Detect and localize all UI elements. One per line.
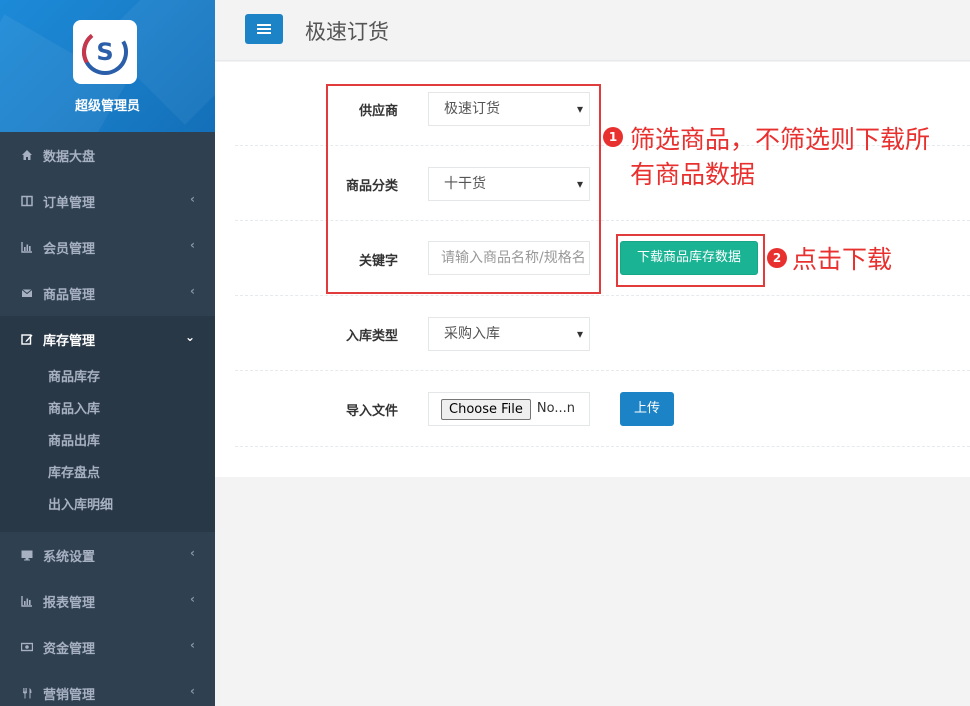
home-icon — [20, 148, 34, 162]
submenu-item-stocktake[interactable]: 库存盘点 — [0, 458, 215, 490]
submenu-item-stock-out[interactable]: 商品出库 — [0, 426, 215, 458]
sidebar-item-marketing[interactable]: 营销管理 ‹ — [0, 670, 215, 706]
annotation-text-1-line2: 有商品数据 — [630, 160, 756, 189]
money-icon — [20, 640, 34, 654]
sidebar-item-label: 数据大盘 — [43, 149, 96, 165]
sidebar-item-label: 资金管理 — [43, 641, 96, 657]
step-badge-1: 1 — [603, 127, 623, 147]
submenu-item-in-out-detail[interactable]: 出入库明细 — [0, 490, 215, 522]
chevron-left-icon: ‹ — [190, 638, 195, 652]
top-bar: 极速订货 — [215, 0, 970, 61]
file-input[interactable]: Choose File No...n — [428, 392, 590, 426]
stockin-type-select[interactable]: 采购入库 — [428, 317, 590, 351]
upload-button[interactable]: 上传 — [620, 392, 674, 426]
profile-name[interactable]: 超级管理员 — [0, 95, 215, 114]
sidebar-menu: 数据大盘 订单管理 ‹ 会员管理 ‹ 商品管理 ‹ 库存管理 ⌄ — [0, 132, 215, 362]
bar-chart-icon — [20, 240, 34, 254]
s-logo[interactable]: S — [73, 20, 137, 84]
import-file-row: 导入文件 Choose File No...n 上传 — [235, 371, 970, 447]
chevron-left-icon: ‹ — [190, 238, 195, 252]
sidebar-item-dashboard[interactable]: 数据大盘 — [0, 132, 215, 178]
sidebar-item-label: 会员管理 — [43, 241, 96, 257]
sidebar-menu-lower: 系统设置 ‹ 报表管理 ‹ 资金管理 ‹ 营销管理 ‹ — [0, 532, 215, 706]
stockin-type-select-value: 采购入库 — [444, 326, 500, 342]
sidebar-toggle-button[interactable] — [245, 14, 283, 44]
sidebar-item-label: 订单管理 — [43, 195, 96, 211]
chevron-left-icon: ‹ — [190, 684, 195, 698]
chevron-left-icon: ‹ — [190, 284, 195, 298]
annotation-text-2: 点击下载 — [792, 245, 893, 274]
submenu-item-stock-in[interactable]: 商品入库 — [0, 394, 215, 426]
choose-file-button[interactable]: Choose File — [441, 398, 531, 420]
sidebar-item-label: 商品管理 — [43, 287, 96, 303]
sidebar-item-inventory[interactable]: 库存管理 ⌄ — [0, 316, 215, 362]
edit-icon — [20, 332, 34, 346]
stockin-type-label: 入库类型 — [345, 329, 398, 344]
cutlery-icon — [20, 686, 34, 700]
chevron-down-icon: ⌄ — [184, 330, 195, 344]
sidebar-item-label: 系统设置 — [43, 549, 96, 565]
file-status: No...n — [536, 401, 575, 416]
sidebar-item-label: 营销管理 — [43, 687, 96, 703]
sidebar-item-system-settings[interactable]: 系统设置 ‹ — [0, 532, 215, 578]
sidebar-item-label: 报表管理 — [43, 595, 96, 611]
chevron-left-icon: ‹ — [190, 192, 195, 206]
svg-text:S: S — [96, 38, 113, 66]
envelope-icon — [20, 286, 34, 300]
chevron-left-icon: ‹ — [190, 546, 195, 560]
import-file-label: 导入文件 — [345, 404, 398, 419]
submenu-item-stock[interactable]: 商品库存 — [0, 362, 215, 394]
bar-chart-icon — [20, 594, 34, 608]
sidebar-item-products[interactable]: 商品管理 ‹ — [0, 270, 215, 316]
inventory-submenu: 商品库存 商品入库 商品出库 库存盘点 出入库明细 — [0, 362, 215, 532]
sidebar-item-reports[interactable]: 报表管理 ‹ — [0, 578, 215, 624]
columns-icon — [20, 194, 34, 208]
chevron-left-icon: ‹ — [190, 592, 195, 606]
monitor-icon — [20, 548, 34, 562]
sidebar-item-orders[interactable]: 订单管理 ‹ — [0, 178, 215, 224]
annotation-text-1-line1: 筛选商品，不筛选则下载所 — [630, 125, 931, 154]
profile-header: S 超级管理员 — [0, 0, 215, 132]
sidebar-item-members[interactable]: 会员管理 ‹ — [0, 224, 215, 270]
sidebar-item-label: 库存管理 — [43, 333, 96, 349]
sidebar-item-finance[interactable]: 资金管理 ‹ — [0, 624, 215, 670]
step-badge-2: 2 — [767, 248, 787, 268]
page-title: 极速订货 — [305, 20, 389, 44]
stockin-type-row: 入库类型 采购入库 — [235, 296, 970, 371]
download-highlight-box — [616, 234, 765, 287]
sidebar: S 超级管理员 数据大盘 订单管理 ‹ 会员管理 ‹ 商品管理 ‹ 库存管理 ⌄… — [0, 0, 215, 706]
filter-highlight-box — [326, 84, 601, 294]
menu-icon — [257, 20, 271, 39]
